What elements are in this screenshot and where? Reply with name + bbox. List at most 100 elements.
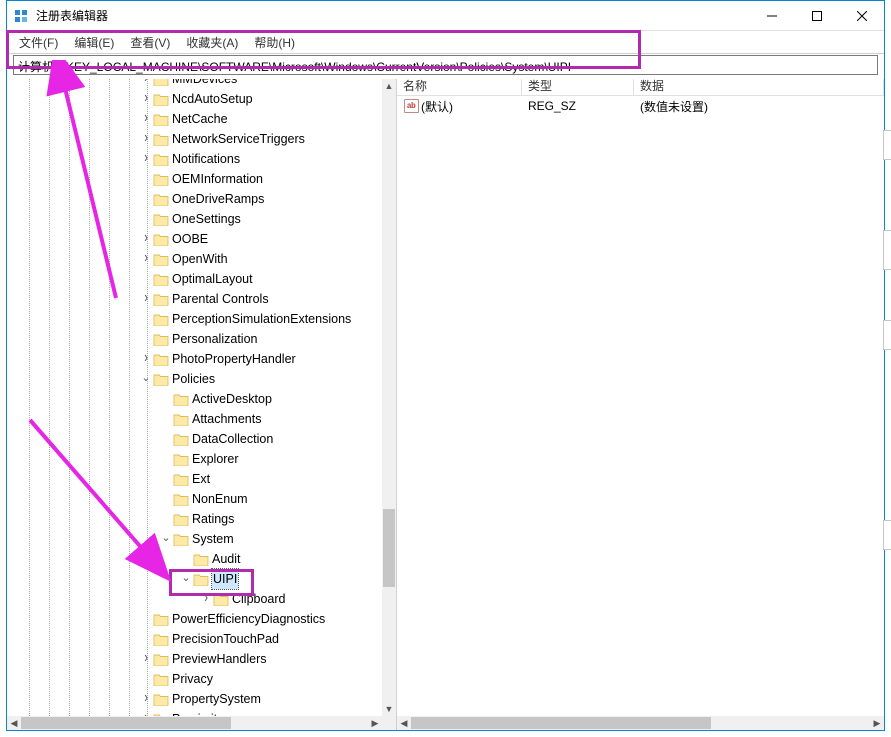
tree-node-label: Ratings — [192, 509, 234, 529]
tree-node-label: PowerEfficiencyDiagnostics — [172, 609, 325, 629]
close-button[interactable] — [839, 1, 884, 31]
folder-icon — [153, 612, 169, 626]
tree-node[interactable]: ›Parental Controls — [7, 289, 382, 309]
tree-node[interactable]: ·OneDriveRamps — [7, 189, 382, 209]
tree-node[interactable]: ·Explorer — [7, 449, 382, 469]
tree-node[interactable]: ·OneSettings — [7, 209, 382, 229]
list-header: 名称 类型 数据 — [397, 79, 884, 96]
window-title: 注册表编辑器 — [36, 7, 749, 24]
tree-node[interactable]: ›PhotoPropertyHandler — [7, 349, 382, 369]
scroll-up-icon[interactable]: ▲ — [382, 79, 396, 93]
folder-icon — [173, 452, 189, 466]
tree-node[interactable]: ⌄System — [7, 529, 382, 549]
folder-icon — [193, 572, 209, 586]
expand-icon[interactable]: › — [139, 285, 153, 313]
tree-node[interactable]: ·PerceptionSimulationExtensions — [7, 309, 382, 329]
tree-node[interactable]: ·Audit — [7, 549, 382, 569]
tree-node[interactable]: ›PropertySystem — [7, 689, 382, 709]
folder-icon — [153, 172, 169, 186]
scroll-right-icon[interactable]: ▶ — [870, 716, 884, 730]
tree-node-label: PropertySystem — [172, 689, 261, 709]
scroll-right-icon[interactable]: ▶ — [368, 716, 382, 730]
minimize-button[interactable] — [749, 1, 794, 31]
scroll-left-icon[interactable]: ◀ — [397, 716, 411, 730]
tree-node[interactable]: ·ActiveDesktop — [7, 389, 382, 409]
folder-icon — [153, 79, 169, 86]
tree-node-label: OptimalLayout — [172, 269, 253, 289]
folder-icon — [153, 352, 169, 366]
folder-icon — [173, 412, 189, 426]
tree-node-label: NonEnum — [192, 489, 248, 509]
scroll-thumb[interactable] — [411, 717, 711, 729]
menubar: 文件(F) 编辑(E) 查看(V) 收藏夹(A) 帮助(H) — [7, 31, 884, 54]
tree-node[interactable]: ›NetworkServiceTriggers — [7, 129, 382, 149]
tree-node[interactable]: ›PreviewHandlers — [7, 649, 382, 669]
tree-node-label: UIPI — [212, 569, 238, 589]
tree-node-label: Clipboard — [232, 589, 286, 609]
tree-node[interactable]: ›NetCache — [7, 109, 382, 129]
col-name[interactable]: 名称 — [397, 79, 522, 95]
menu-view[interactable]: 查看(V) — [124, 32, 180, 53]
folder-icon — [153, 252, 169, 266]
maximize-button[interactable] — [794, 1, 839, 31]
tree-node[interactable]: ·OEMInformation — [7, 169, 382, 189]
folder-icon — [153, 312, 169, 326]
expand-icon[interactable]: › — [139, 145, 153, 173]
tree-node[interactable]: ›OOBE — [7, 229, 382, 249]
folder-icon — [173, 392, 189, 406]
tree-node[interactable]: ·NonEnum — [7, 489, 382, 509]
expand-icon[interactable]: › — [139, 345, 153, 373]
tree-vscrollbar[interactable]: ▲ ▼ — [382, 79, 396, 716]
tree-node[interactable]: ·Privacy — [7, 669, 382, 689]
collapse-icon[interactable]: ⌄ — [159, 529, 173, 549]
tree-node[interactable]: ·Ext — [7, 469, 382, 489]
list-hscrollbar[interactable]: ◀ ▶ — [397, 716, 884, 730]
scroll-thumb[interactable] — [383, 509, 395, 587]
address-bar[interactable]: 计算机\HKEY_LOCAL_MACHINE\SOFTWARE\Microsof… — [13, 55, 878, 75]
menu-edit[interactable]: 编辑(E) — [68, 32, 124, 53]
tree-node[interactable]: ·Attachments — [7, 409, 382, 429]
tree-node-label: OneSettings — [172, 209, 241, 229]
tree-node[interactable]: ›Notifications — [7, 149, 382, 169]
collapse-icon[interactable]: ⌄ — [179, 569, 193, 589]
scroll-thumb[interactable] — [21, 717, 231, 729]
folder-icon — [153, 372, 169, 386]
tree-hscrollbar[interactable]: ◀ ▶ — [7, 716, 382, 730]
menu-help[interactable]: 帮助(H) — [248, 32, 305, 53]
tree-node[interactable]: ›Clipboard — [7, 589, 382, 609]
scroll-down-icon[interactable]: ▼ — [382, 702, 396, 716]
tree-node[interactable]: ·OptimalLayout — [7, 269, 382, 289]
expand-icon[interactable]: › — [139, 645, 153, 673]
folder-icon — [153, 132, 169, 146]
tree-node[interactable]: ⌄Policies — [7, 369, 382, 389]
tree-node[interactable]: ·PowerEfficiencyDiagnostics — [7, 609, 382, 629]
registry-editor-window: 注册表编辑器 文件(F) 编辑(E) 查看(V) 收藏夹(A) 帮助(H) 计算… — [6, 0, 885, 731]
value-data: (数值未设置) — [634, 97, 884, 116]
tree-node-label: OneDriveRamps — [172, 189, 264, 209]
value-name: (默认) — [421, 98, 453, 115]
folder-icon — [153, 292, 169, 306]
tree-node[interactable]: ·DataCollection — [7, 429, 382, 449]
value-row[interactable]: ab(默认)REG_SZ(数值未设置) — [397, 96, 884, 116]
tree-node-label: NetworkServiceTriggers — [172, 129, 305, 149]
scroll-left-icon[interactable]: ◀ — [7, 716, 21, 730]
col-data[interactable]: 数据 — [634, 79, 884, 95]
expand-icon[interactable]: › — [139, 245, 153, 273]
tree-node[interactable]: ·PrecisionTouchPad — [7, 629, 382, 649]
expand-icon[interactable]: › — [199, 585, 213, 613]
tree-node[interactable]: ›Proximity — [7, 709, 382, 716]
tree-node[interactable]: ›NcdAutoSetup — [7, 89, 382, 109]
col-type[interactable]: 类型 — [522, 79, 634, 95]
tree-node[interactable]: ›MMDevices — [7, 79, 382, 89]
tree-node-label: Attachments — [192, 409, 261, 429]
tree-node[interactable]: ⌄ UIPI — [7, 569, 382, 589]
expand-icon[interactable]: › — [139, 705, 153, 716]
tree[interactable]: ›MMDevices›NcdAutoSetup›NetCache›Network… — [7, 79, 382, 716]
tree-node[interactable]: ·Ratings — [7, 509, 382, 529]
menu-favorites[interactable]: 收藏夹(A) — [180, 32, 248, 53]
tree-node[interactable]: ›OpenWith — [7, 249, 382, 269]
tree-node[interactable]: ·Personalization — [7, 329, 382, 349]
list-body[interactable]: ab(默认)REG_SZ(数值未设置) — [397, 96, 884, 730]
folder-icon — [153, 632, 169, 646]
menu-file[interactable]: 文件(F) — [13, 32, 68, 53]
